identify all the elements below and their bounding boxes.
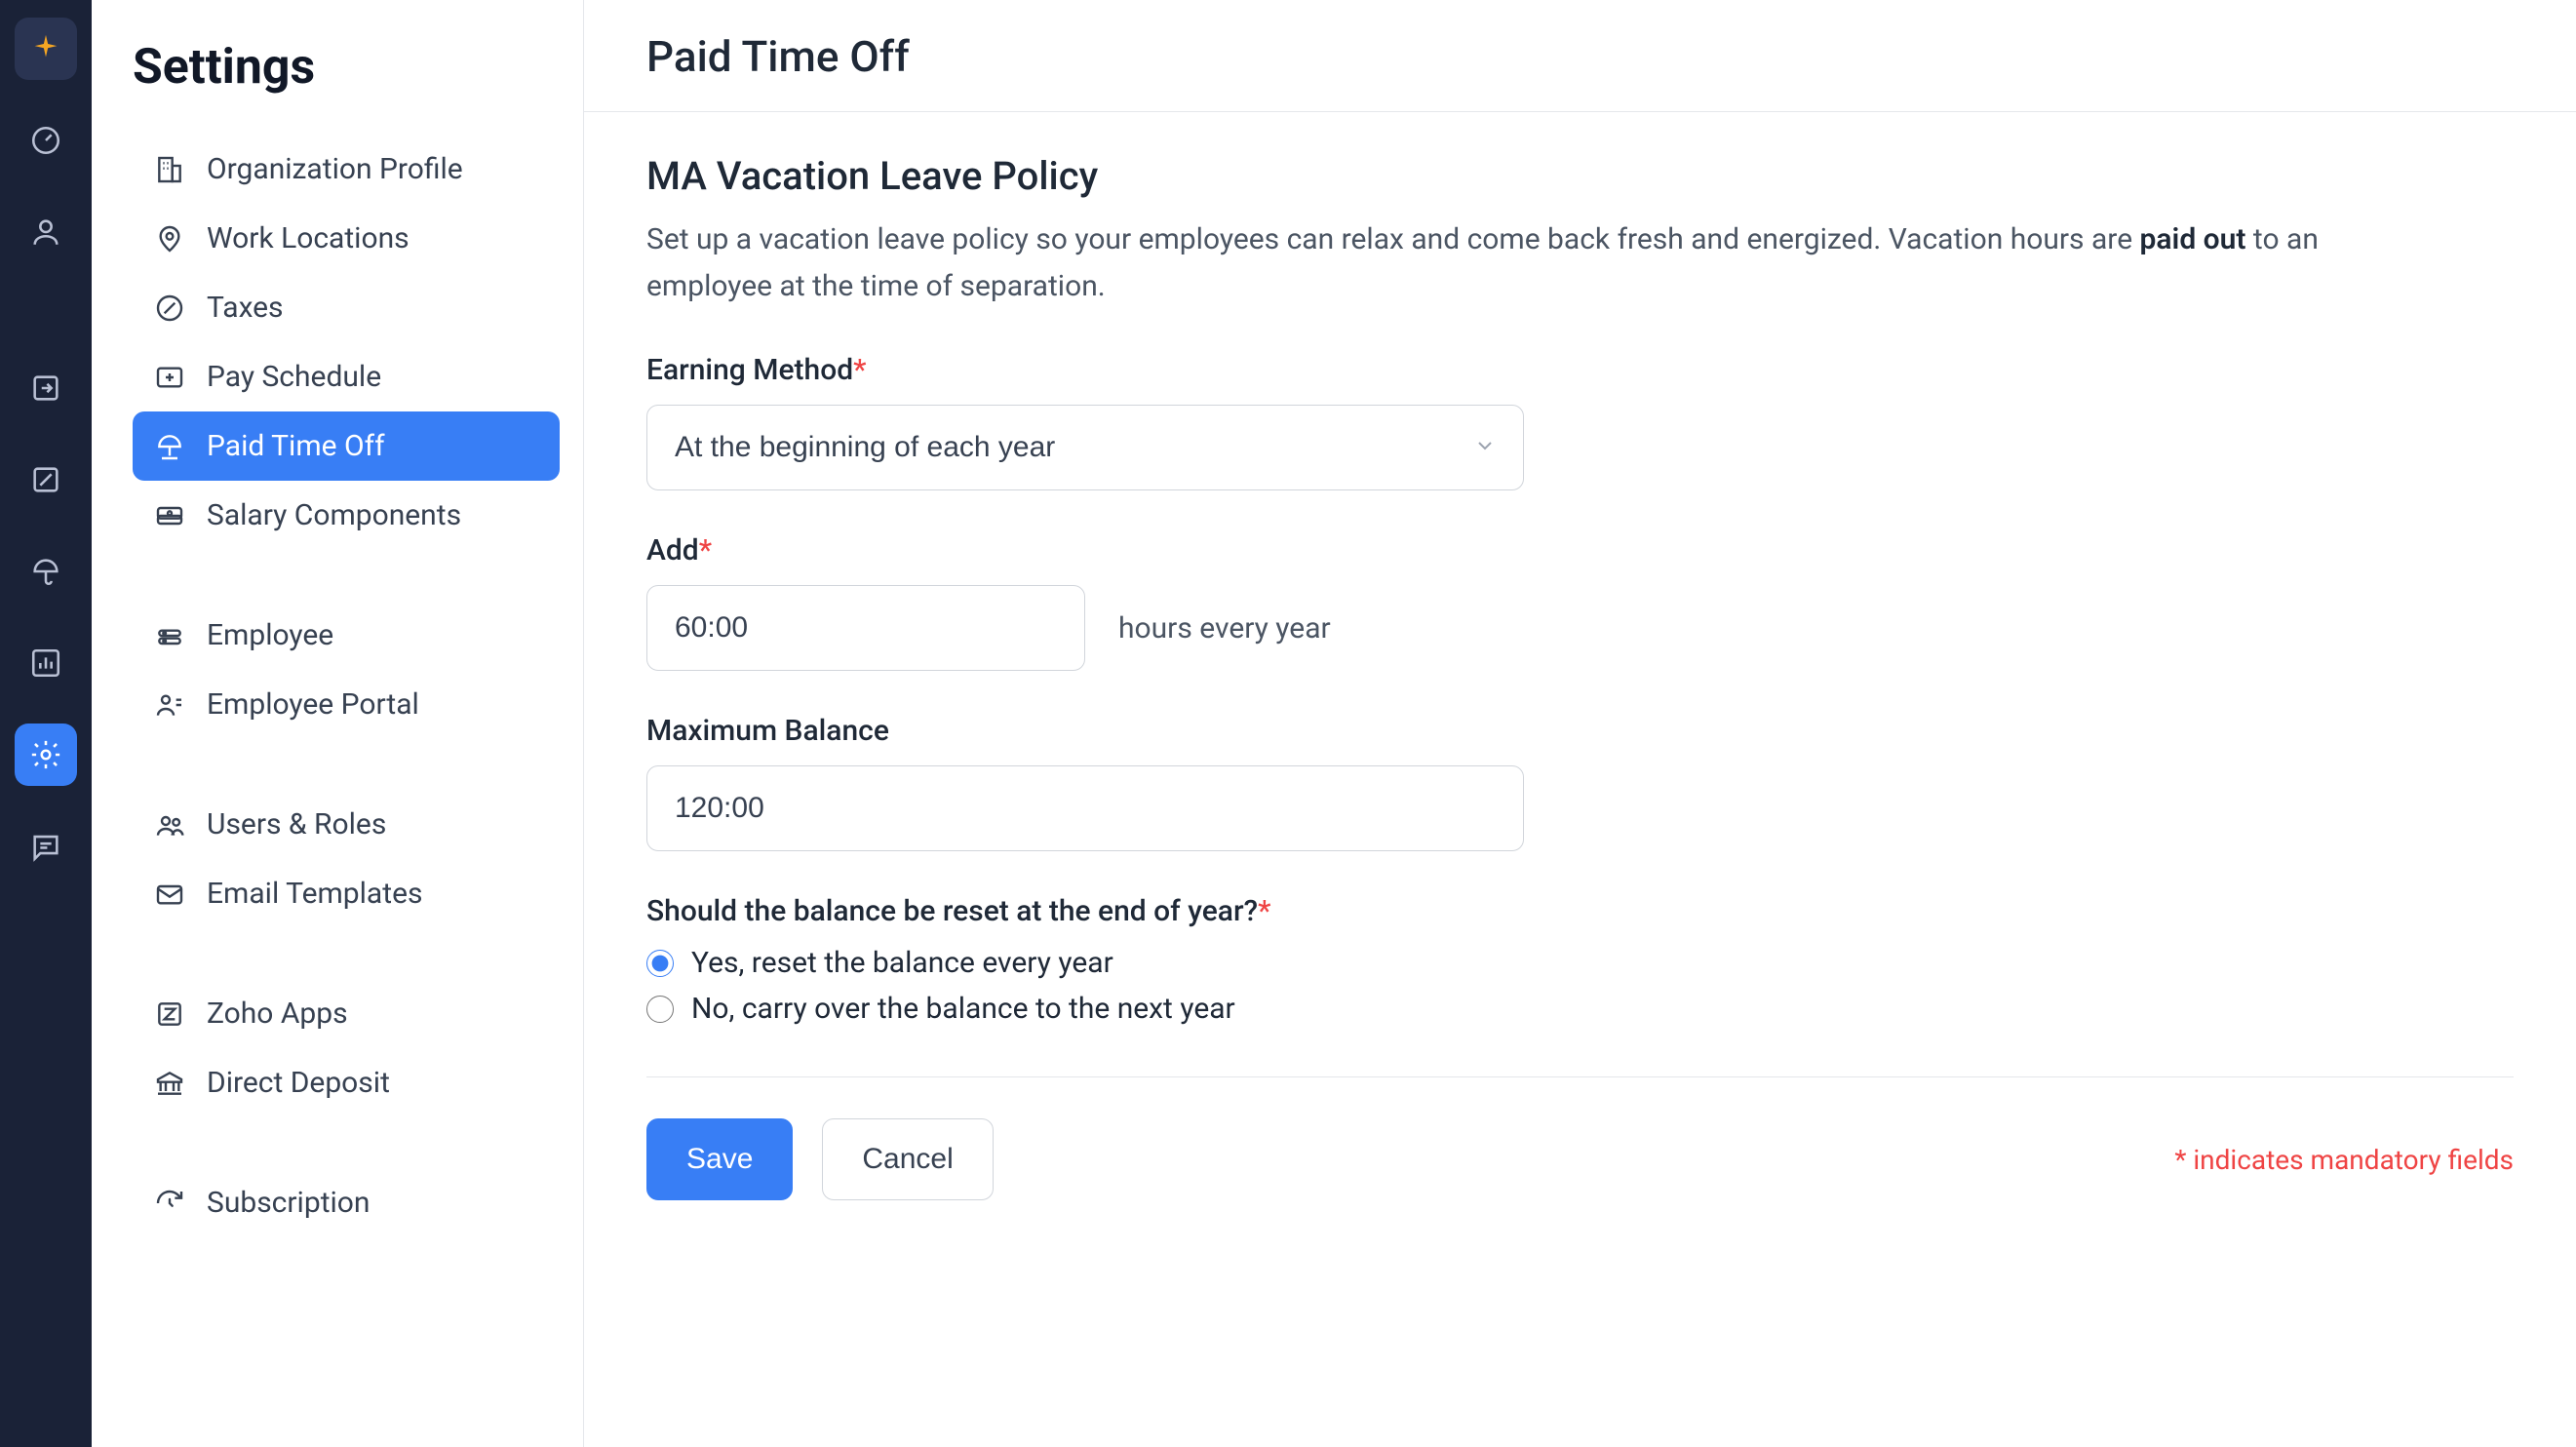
nav-label: Salary Components	[207, 498, 461, 532]
form-group-reset: Should the balance be reset at the end o…	[646, 894, 2514, 1026]
nav-label: Zoho Apps	[207, 997, 348, 1031]
person-icon	[29, 215, 62, 249]
max-balance-input[interactable]	[646, 765, 1524, 851]
rail-item-dashboard[interactable]	[15, 109, 77, 172]
nav-label: Users & Roles	[207, 807, 386, 841]
users-icon	[154, 809, 185, 841]
settings-sidebar: Settings Organization Profile Work Locat…	[92, 0, 584, 1447]
actions: Save Cancel * indicates mandatory fields	[646, 1118, 2514, 1200]
radio-reset-yes[interactable]: Yes, reset the balance every year	[646, 946, 2514, 980]
chat-icon	[29, 830, 62, 863]
add-hours-input[interactable]	[646, 585, 1085, 671]
section-description: Set up a vacation leave policy so your e…	[646, 216, 2382, 310]
nav-label: Email Templates	[207, 877, 422, 911]
rail-item-chat[interactable]	[15, 815, 77, 878]
label-reset: Should the balance be reset at the end o…	[646, 894, 2514, 928]
label-max-balance: Maximum Balance	[646, 714, 2514, 748]
envelope-icon	[154, 879, 185, 910]
nav-item-work-locations[interactable]: Work Locations	[133, 204, 560, 273]
form-group-max-balance: Maximum Balance	[646, 714, 2514, 851]
page-title: Paid Time Off	[584, 0, 2576, 112]
cancel-button[interactable]: Cancel	[822, 1118, 993, 1200]
nav-item-email-templates[interactable]: Email Templates	[133, 859, 560, 928]
nav-item-subscription[interactable]: Subscription	[133, 1168, 560, 1237]
nav-item-salary-components[interactable]: Salary Components	[133, 481, 560, 550]
rail-item-reports[interactable]	[15, 632, 77, 694]
form-group-earning-method: Earning Method* At the beginning of each…	[646, 353, 2514, 490]
nav-item-zoho-apps[interactable]: Zoho Apps	[133, 979, 560, 1048]
beach-umbrella-icon	[154, 431, 185, 462]
cash-stack-icon	[154, 500, 185, 531]
section-title: MA Vacation Leave Policy	[646, 153, 2514, 199]
mandatory-note: * indicates mandatory fields	[2174, 1144, 2514, 1176]
rail-item-umbrella[interactable]	[15, 540, 77, 603]
earning-method-select[interactable]: At the beginning of each year	[646, 405, 1524, 490]
form-group-add: Add* hours every year	[646, 533, 2514, 671]
nav-item-paid-time-off[interactable]: Paid Time Off	[133, 411, 560, 481]
nav-item-employee[interactable]: Employee	[133, 601, 560, 670]
nav-label: Employee	[207, 618, 333, 652]
nav-item-organization-profile[interactable]: Organization Profile	[133, 135, 560, 204]
sparkle-icon	[29, 32, 62, 65]
building-icon	[154, 154, 185, 185]
add-suffix: hours every year	[1118, 611, 1331, 645]
nav-item-taxes[interactable]: Taxes	[133, 273, 560, 342]
rail-item-people[interactable]	[15, 201, 77, 263]
arrow-box-icon	[29, 372, 62, 405]
radio-reset-no-input[interactable]	[646, 996, 674, 1023]
nav-group-5: Subscription	[133, 1168, 560, 1237]
nav-label: Subscription	[207, 1186, 370, 1220]
sparkle-logo[interactable]	[15, 18, 77, 80]
nav-group-1: Organization Profile Work Locations Taxe…	[133, 135, 560, 550]
employee-portal-icon	[154, 689, 185, 721]
nav-item-users-roles[interactable]: Users & Roles	[133, 790, 560, 859]
content: MA Vacation Leave Policy Set up a vacati…	[584, 112, 2576, 1447]
rail-item-settings[interactable]	[15, 724, 77, 786]
main: Paid Time Off MA Vacation Leave Policy S…	[584, 0, 2576, 1447]
nav-label: Direct Deposit	[207, 1066, 390, 1100]
nav-label: Pay Schedule	[207, 360, 381, 394]
earning-method-select-wrapper: At the beginning of each year	[646, 405, 1524, 490]
nav-label: Employee Portal	[207, 687, 419, 722]
location-pin-icon	[154, 223, 185, 254]
gauge-icon	[29, 124, 62, 157]
nav-item-employee-portal[interactable]: Employee Portal	[133, 670, 560, 739]
percent-card-icon	[29, 463, 62, 496]
percent-circle-icon	[154, 293, 185, 324]
gear-icon	[29, 738, 62, 771]
divider	[646, 1076, 2514, 1077]
bar-chart-icon	[29, 646, 62, 680]
bank-icon	[154, 1068, 185, 1099]
sidebar-title: Settings	[133, 39, 560, 96]
subscription-refresh-icon	[154, 1188, 185, 1219]
nav-group-2: Employee Employee Portal	[133, 601, 560, 739]
save-button[interactable]: Save	[646, 1118, 793, 1200]
nav-group-4: Zoho Apps Direct Deposit	[133, 979, 560, 1117]
rail-item-payrun[interactable]	[15, 357, 77, 419]
radio-reset-yes-input[interactable]	[646, 950, 674, 977]
label-add: Add*	[646, 533, 2514, 567]
label-earning-method: Earning Method*	[646, 353, 2514, 387]
employee-icon	[154, 620, 185, 651]
radio-reset-no[interactable]: No, carry over the balance to the next y…	[646, 992, 2514, 1026]
z-square-icon	[154, 998, 185, 1030]
nav-label: Paid Time Off	[207, 429, 385, 463]
umbrella-icon	[29, 555, 62, 588]
nav-item-pay-schedule[interactable]: Pay Schedule	[133, 342, 560, 411]
pay-schedule-icon	[154, 362, 185, 393]
nav-item-direct-deposit[interactable]: Direct Deposit	[133, 1048, 560, 1117]
nav-label: Organization Profile	[207, 152, 463, 186]
nav-label: Work Locations	[207, 221, 410, 255]
icon-rail	[0, 0, 92, 1447]
rail-item-taxes[interactable]	[15, 449, 77, 511]
nav-group-3: Users & Roles Email Templates	[133, 790, 560, 928]
nav-label: Taxes	[207, 291, 284, 325]
